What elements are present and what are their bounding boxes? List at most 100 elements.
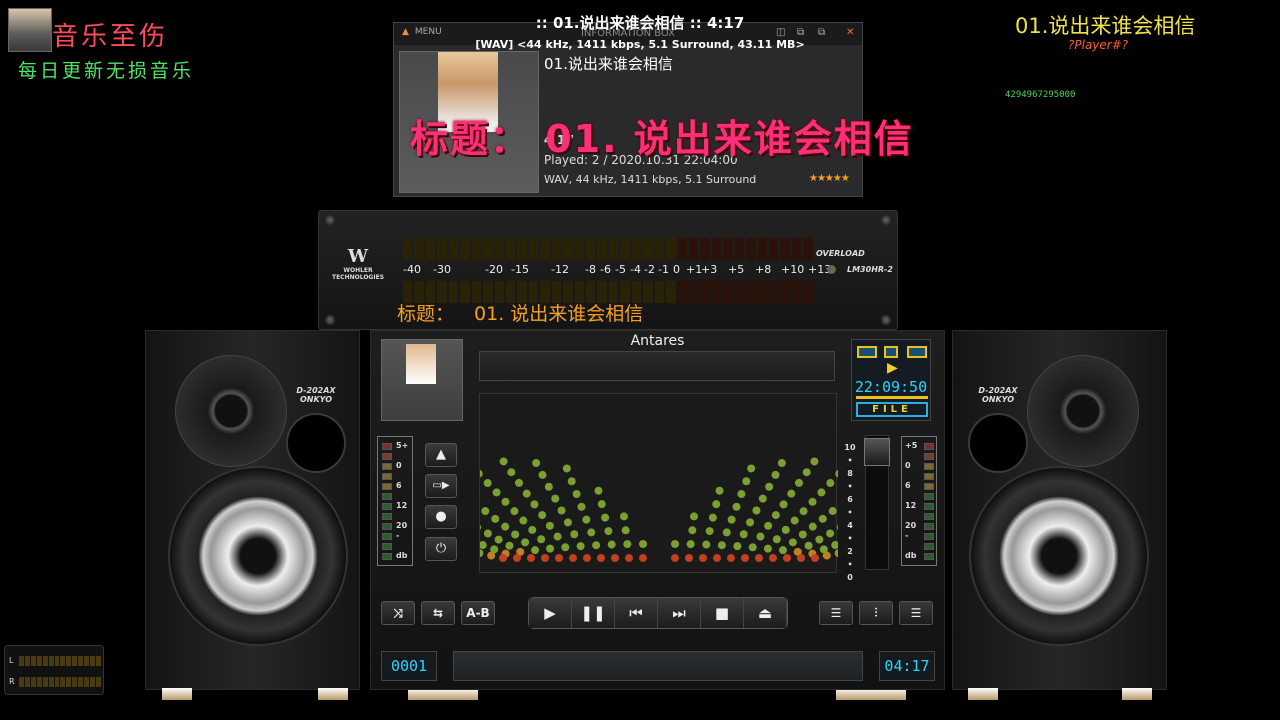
now-playing-format: [WAV] <44 kHz, 1411 kbps, 5.1 Surround, …: [475, 38, 805, 51]
vu-segment: [803, 238, 813, 260]
repeat-button[interactable]: ⇆: [421, 601, 455, 625]
tweeter: [1027, 355, 1139, 467]
spectrum-dot: [530, 500, 539, 509]
spectrum-dot: [781, 525, 790, 534]
spectrum-dot: [639, 540, 647, 548]
vu-scale-label: -1: [658, 263, 669, 276]
spectrum-dot: [758, 494, 767, 503]
volume-knob[interactable]: [864, 438, 890, 466]
spectrum-dot: [607, 540, 616, 549]
stop-button[interactable]: ■: [701, 598, 744, 628]
vu-model: LM30HR-2: [847, 265, 893, 274]
previous-button[interactable]: ⏮: [615, 598, 658, 628]
power-button[interactable]: ⏻: [425, 537, 457, 561]
spectrum-dot: [483, 529, 492, 538]
channel-subtitle: 每日更新无损音乐: [18, 60, 195, 82]
spectrum-dot: [742, 477, 751, 486]
spectrum-dot: [808, 522, 817, 531]
spectrum-dot: [763, 544, 772, 553]
spectrum-dot: [492, 488, 501, 497]
ab-repeat-button[interactable]: A-B: [461, 601, 495, 625]
switch-icon[interactable]: [907, 346, 927, 358]
meter-led: [924, 473, 934, 480]
spectrum-dot: [545, 521, 554, 530]
spectrum-dot: [717, 541, 726, 550]
vu-segment: [677, 238, 687, 260]
stop-play-button[interactable]: ▭▶: [425, 474, 457, 498]
spectrum-dot: [541, 554, 549, 562]
vu-segment: [597, 238, 607, 260]
now-playing-header: :: 01.说出来谁会相信 :: 4:17: [535, 14, 745, 32]
spectrum-dot: [513, 554, 521, 562]
vu-segment: [723, 238, 733, 260]
vu-scale-label: +1: [686, 263, 703, 276]
volume-slider[interactable]: [864, 435, 890, 570]
mode-icon[interactable]: [857, 346, 877, 358]
overlay-title: 标题： 01. 说出来谁会相信: [410, 117, 914, 161]
spectrum-dot: [686, 540, 695, 549]
spectrum-dot: [538, 511, 547, 520]
mini-meter-segment: [24, 677, 30, 687]
spectrum-dot: [625, 554, 633, 562]
woofer: [168, 466, 348, 646]
note-icon[interactable]: [884, 346, 898, 358]
spectrum-dot: [722, 528, 731, 537]
speaker-badge: D-202AX ONKYO: [978, 386, 1018, 404]
meter-label: db: [905, 551, 917, 560]
spectrum-dot: [478, 541, 487, 550]
transport-controls: ▶ ❚❚ ⏮ ⏭ ■ ⏏: [528, 597, 788, 629]
vu-segment: [666, 238, 676, 260]
record-button[interactable]: ●: [425, 505, 457, 529]
spectrum-dot: [746, 518, 755, 527]
source-button[interactable]: FILE: [856, 402, 928, 417]
vu-scale-label: -15: [511, 263, 529, 276]
vu-scale-label: +5: [728, 263, 745, 276]
spectrum-dot: [811, 554, 819, 562]
spectrum-dot: [733, 542, 742, 551]
seek-bar[interactable]: [453, 651, 863, 681]
spectrum-dot: [481, 507, 490, 516]
pause-button[interactable]: ❚❚: [572, 598, 615, 628]
spectrum-dot: [532, 459, 541, 468]
spectrum-dot: [835, 469, 844, 478]
spectrum-dot: [799, 507, 808, 516]
vu-segment: [517, 238, 527, 260]
track-number: 0001: [381, 651, 437, 681]
meter-led: [924, 503, 934, 510]
playlist-button[interactable]: ☰: [819, 601, 853, 625]
deck-album-art: [381, 339, 463, 421]
spectrum-dot: [727, 554, 735, 562]
spectrum-dot: [798, 530, 807, 539]
next-button[interactable]: ⏭: [658, 598, 701, 628]
spectrum-dot: [577, 502, 586, 511]
spectrum-dot: [507, 468, 516, 477]
spectrum-dot: [473, 523, 482, 532]
spectrum-dot: [713, 554, 721, 562]
spectrum-dot: [699, 554, 707, 562]
equalizer-button[interactable]: ⫶: [859, 601, 893, 625]
play-button[interactable]: ▶: [529, 598, 572, 628]
spectrum-dot: [732, 502, 741, 511]
volume-scale-label: 4: [847, 521, 853, 530]
vu-segment: [688, 238, 699, 260]
mini-level-meter: L R: [4, 645, 104, 695]
vu-segment: [494, 238, 504, 260]
spectrum-dot: [527, 554, 535, 562]
eject-up-button[interactable]: ▲: [425, 443, 457, 467]
spectrum-dot: [487, 551, 496, 560]
spectrum-dot: [822, 551, 831, 560]
vu-segment: [723, 281, 733, 303]
mini-meter-segment: [84, 677, 90, 687]
spectrum-dot: [818, 514, 827, 523]
menu-list-button[interactable]: ☰: [899, 601, 933, 625]
vu-bar-left: [403, 238, 813, 260]
vu-scale-label: -5: [615, 263, 626, 276]
spectrum-dot: [690, 512, 699, 521]
spectrum-dot: [553, 532, 562, 541]
eject-button[interactable]: ⏏: [744, 598, 787, 628]
rating-stars[interactable]: ★★★★★: [809, 173, 850, 184]
vu-scale-label: -8: [585, 263, 596, 276]
meter-led: [382, 443, 392, 450]
shuffle-button[interactable]: ⤨: [381, 601, 415, 625]
spectrum-dot: [483, 479, 492, 488]
